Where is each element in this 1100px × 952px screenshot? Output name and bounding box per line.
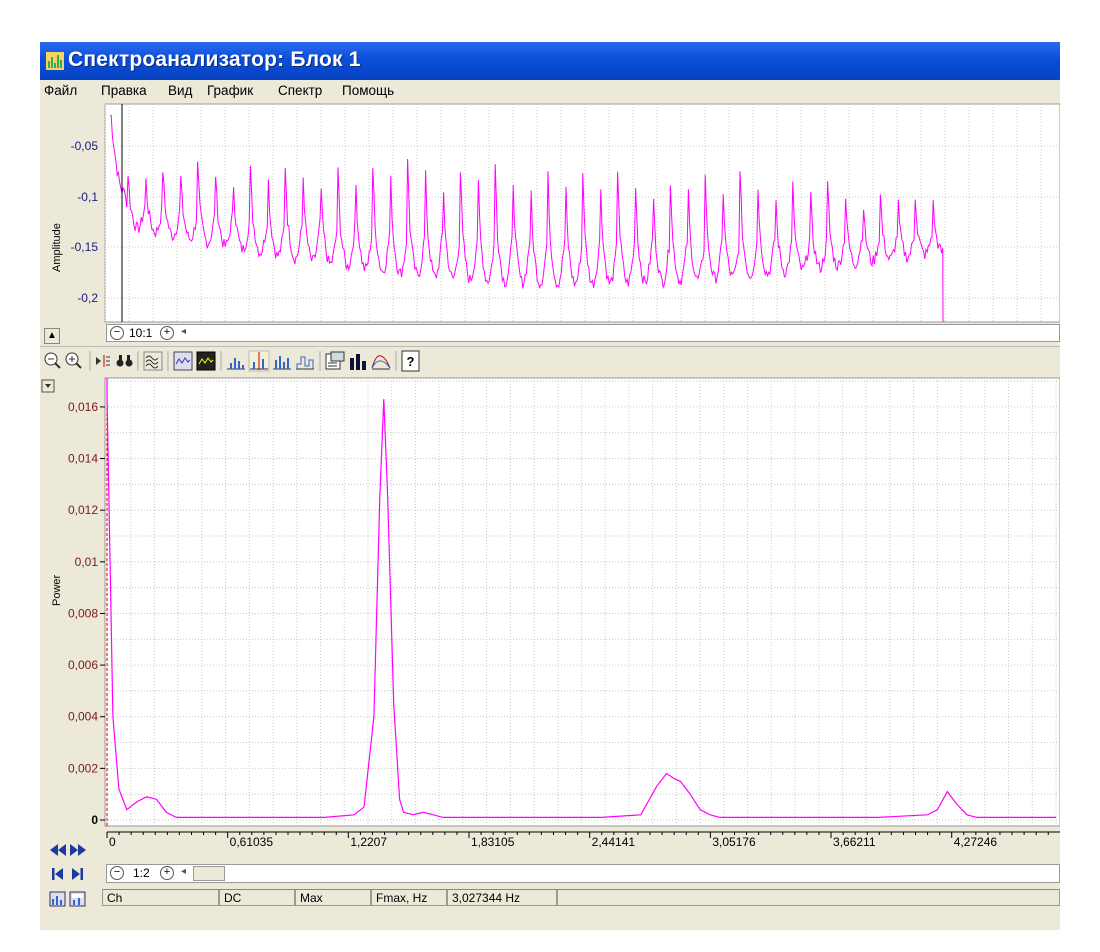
amplitude-zoom-label: 10:1 (129, 326, 153, 340)
menu-spectrum[interactable]: Спектр (278, 83, 322, 98)
spectrum-xtick: 1,83105 (471, 835, 515, 849)
amplitude-panel: -0,05 -0,1 -0,15 -0,2 Amplitude ▲ − 10:1… (40, 102, 1060, 364)
spectrum-plot-area[interactable] (104, 377, 1060, 827)
spectrum-ytick: 0 (91, 813, 98, 827)
fast-forward-icon[interactable] (70, 844, 86, 856)
window-title: Спектроанализатор: Блок 1 (68, 48, 361, 71)
spectrum-cursor-icon[interactable] (248, 350, 270, 372)
menu-graph[interactable]: График (207, 83, 253, 98)
properties-icon[interactable] (325, 351, 345, 370)
spectrum-scrollbar[interactable]: − 1:2 + ◂ (106, 864, 1060, 883)
scroll-up-button[interactable]: ▲ (44, 328, 60, 344)
spectrum-step-icon[interactable] (296, 356, 314, 370)
spectrum-xtick: 2,44141 (592, 835, 636, 849)
spectrum-panel: 0 0,002 0,004 0,006 0,008 0,01 0,012 0,014 0,016… (40, 374, 1060, 887)
amplitude-ytick: -0,2 (77, 291, 98, 305)
export-chart-icon[interactable] (49, 891, 66, 907)
menu-file[interactable]: Файл (44, 83, 77, 98)
status-channel: Ch (102, 889, 219, 906)
status-fmax-label: Fmax, Hz (371, 889, 447, 906)
spectrum-xtick: 4,27246 (954, 835, 998, 849)
spectrum-x-axis: 0 0,61035 1,2207 1,83105 2,44141 3,05176 3,662… (106, 831, 1060, 849)
spectrum-ytick: 0,006 (68, 658, 98, 672)
amplitude-ytick: -0,15 (71, 240, 99, 254)
spectrum-bars-icon[interactable] (227, 358, 245, 370)
spectrum-ytick: 0,002 (68, 761, 98, 775)
spectrum-y-axis: 0 0,002 0,004 0,006 0,008 0,01 0,012 0,014 0,016 (68, 400, 105, 827)
status-bar: Ch DC Max Fmax, Hz 3,027344 Hz (40, 887, 1060, 909)
zoom-in-round-icon[interactable]: + (160, 326, 174, 340)
menu-edit[interactable]: Правка (101, 83, 147, 98)
zoom-out-icon[interactable] (44, 352, 61, 369)
spectrum-xtick: 0,61035 (230, 835, 274, 849)
display-mode-2-icon[interactable] (196, 351, 216, 371)
amplitude-axis-label: Amplitude (51, 223, 63, 272)
zoom-out-round-icon[interactable]: − (110, 866, 124, 880)
status-fmax-value: 3,027344 Hz (447, 889, 557, 906)
help-icon[interactable]: ? (401, 350, 420, 372)
wave-icon[interactable] (143, 351, 163, 371)
app-icon (46, 52, 64, 70)
spectrum-xtick: 3,05176 (712, 835, 756, 849)
amplitude-ytick: -0,05 (71, 139, 99, 153)
spectrum-ytick: 0,004 (68, 710, 98, 724)
status-max: Max (295, 889, 371, 906)
envelope-icon[interactable] (371, 355, 391, 370)
spectrum-analyzer-window: Спектроанализатор: Блок 1 Файл Правка Ви… (40, 42, 1060, 930)
zoom-out-round-icon[interactable]: − (110, 326, 124, 340)
rewind-icon[interactable] (50, 844, 66, 856)
scroll-left-icon[interactable]: ◂ (181, 326, 186, 337)
svg-text:?: ? (407, 354, 415, 369)
skip-end-icon[interactable] (72, 868, 83, 880)
scroll-thumb[interactable] (193, 866, 225, 881)
menu-view[interactable]: Вид (168, 83, 192, 98)
spectrum-xtick: 3,66211 (833, 835, 876, 849)
collapse-icon[interactable] (41, 379, 55, 393)
zoom-in-icon[interactable] (65, 352, 82, 369)
spectrum-ytick: 0,01 (75, 555, 99, 569)
title-bar[interactable]: Спектроанализатор: Блок 1 (40, 42, 1060, 80)
spectrum-ytick: 0,016 (68, 400, 98, 414)
spectrum-ytick: 0,014 (68, 452, 98, 466)
spectrum-xtick: 0 (109, 835, 116, 849)
amplitude-scrollbar[interactable]: − 10:1 + ◂ (106, 324, 1060, 342)
spectrum-zoom-label: 1:2 (133, 866, 150, 880)
spectrum-xtick: 1,2207 (350, 835, 387, 849)
display-mode-icon[interactable] (173, 351, 193, 371)
menu-bar: Файл Правка Вид График Спектр Помощь (40, 80, 1060, 102)
skip-start-icon[interactable] (52, 868, 63, 880)
spectrum-axis-label: Power (51, 574, 63, 606)
status-empty-cell (557, 889, 1060, 906)
zoom-in-round-icon[interactable]: + (160, 866, 174, 880)
menu-help[interactable]: Помощь (342, 83, 394, 98)
bar-chart-icon[interactable] (350, 354, 366, 370)
save-chart-icon[interactable] (69, 891, 86, 907)
amplitude-ytick: -0,1 (77, 190, 98, 204)
toolbar: ? (40, 346, 1060, 375)
scroll-left-icon[interactable]: ◂ (181, 866, 186, 877)
spectrum-ytick: 0,012 (68, 503, 98, 517)
spectrum-ytick: 0,008 (68, 606, 98, 620)
spectrum-multi-icon[interactable] (273, 356, 291, 370)
binoculars-icon[interactable] (116, 355, 133, 367)
cursor-icon[interactable] (96, 355, 110, 367)
status-dc: DC (219, 889, 295, 906)
